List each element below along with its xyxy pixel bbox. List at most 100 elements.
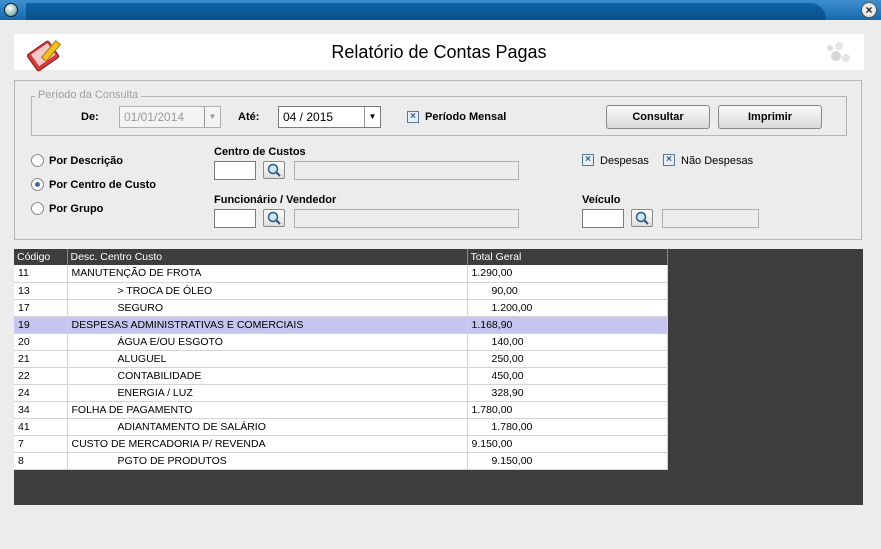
table-row[interactable]: 17 SEGURO 1.200,00 xyxy=(14,299,668,317)
despesas-label: Despesas xyxy=(600,155,649,167)
funcionario-desc-field xyxy=(294,209,519,228)
table-row[interactable]: 20 ÁGUA E/OU ESGOTO 140,00 xyxy=(14,333,668,351)
periodo-mensal-label: Período Mensal xyxy=(425,111,507,123)
veiculo-code-input[interactable] xyxy=(582,209,624,228)
centro-search-button[interactable] xyxy=(263,161,285,179)
centro-code-input[interactable] xyxy=(214,161,256,180)
table-row[interactable]: 8 PGTO DE PRODUTOS 9.150,00 xyxy=(14,452,668,470)
cell-codigo: 24 xyxy=(14,384,68,402)
chevron-down-icon[interactable]: ▼ xyxy=(364,107,380,127)
filter-panel: Período da Consulta De: 01/01/2014 ▼ Até… xyxy=(14,80,862,240)
cell-total: 1.200,00 xyxy=(467,299,668,317)
nao-despesas-label: Não Despesas xyxy=(681,155,754,167)
cell-codigo: 34 xyxy=(14,401,68,419)
nao-despesas-checkbox[interactable]: × xyxy=(663,154,675,166)
search-icon xyxy=(267,211,281,225)
cell-desc: CONTABILIDADE xyxy=(67,367,468,385)
cell-codigo: 7 xyxy=(14,435,68,453)
por-centro-radio[interactable] xyxy=(31,178,44,191)
por-descricao-label: Por Descrição xyxy=(49,155,123,167)
cell-total: 1.780,00 xyxy=(467,401,668,419)
cell-codigo: 41 xyxy=(14,418,68,436)
cell-desc: FOLHA DE PAGAMENTO xyxy=(67,401,468,419)
imprimir-button[interactable]: Imprimir xyxy=(718,105,822,129)
results-table: Código Desc. Centro Custo Total Geral 11… xyxy=(14,249,668,470)
ate-date-value: 04 / 2015 xyxy=(283,110,334,124)
funcionario-search-button[interactable] xyxy=(263,209,285,227)
ate-label: Até: xyxy=(238,111,260,123)
por-grupo-radio[interactable] xyxy=(31,202,44,215)
periodo-mensal-checkbox[interactable]: × xyxy=(407,111,419,123)
funcionario-label: Funcionário / Vendedor xyxy=(214,194,337,206)
cell-desc: SEGURO xyxy=(67,299,468,317)
table-row[interactable]: 22 CONTABILIDADE 450,00 xyxy=(14,367,668,385)
table-row[interactable]: 24 ENERGIA / LUZ 328,90 xyxy=(14,384,668,402)
period-legend: Período da Consulta xyxy=(35,89,142,101)
despesas-checkbox[interactable]: × xyxy=(582,154,594,166)
cell-codigo: 17 xyxy=(14,299,68,317)
search-icon xyxy=(635,211,649,225)
veiculo-search-button[interactable] xyxy=(631,209,653,227)
results-grid-area: Código Desc. Centro Custo Total Geral 11… xyxy=(14,249,863,505)
table-row[interactable]: 41 ADIANTAMENTO DE SALÁRIO 1.780,00 xyxy=(14,418,668,436)
table-row[interactable]: 13 > TROCA DE ÓLEO 90,00 xyxy=(14,282,668,300)
window-titlebar: × xyxy=(0,0,881,20)
table-row[interactable]: 7 CUSTO DE MERCADORIA P/ REVENDA 9.150,00 xyxy=(14,435,668,453)
table-row[interactable]: 19 DESPESAS ADMINISTRATIVAS E COMERCIAIS 1… xyxy=(14,316,668,334)
cell-desc: ALUGUEL xyxy=(67,350,468,368)
por-centro-label: Por Centro de Custo xyxy=(49,179,156,191)
cell-total: 450,00 xyxy=(467,367,668,385)
table-row[interactable]: 11 MANUTENÇÃO DE FROTA 1.290,00 xyxy=(14,265,668,283)
decorative-dots-icon xyxy=(827,42,850,62)
column-header-total[interactable]: Total Geral xyxy=(467,249,668,265)
funcionario-code-input[interactable] xyxy=(214,209,256,228)
cell-total: 140,00 xyxy=(467,333,668,351)
cell-codigo: 21 xyxy=(14,350,68,368)
table-row[interactable]: 21 ALUGUEL 250,00 xyxy=(14,350,668,368)
cell-codigo: 11 xyxy=(14,265,68,283)
cell-desc: > TROCA DE ÓLEO xyxy=(67,282,468,300)
cell-total: 9.150,00 xyxy=(467,452,668,470)
close-button[interactable]: × xyxy=(861,2,877,18)
veiculo-label: Veículo xyxy=(582,194,621,206)
cell-codigo: 8 xyxy=(14,452,68,470)
table-body: 11 MANUTENÇÃO DE FROTA 1.290,00 13 > TROCA D… xyxy=(14,265,668,470)
page-title: Relatório de Contas Pagas xyxy=(331,42,547,62)
cell-total: 90,00 xyxy=(467,282,668,300)
por-descricao-radio[interactable] xyxy=(31,154,44,167)
cell-desc: DESPESAS ADMINISTRATIVAS E COMERCIAIS xyxy=(67,316,468,334)
chevron-down-icon: ▼ xyxy=(204,107,220,127)
cell-total: 9.150,00 xyxy=(467,435,668,453)
table-header-row: Código Desc. Centro Custo Total Geral xyxy=(14,249,668,265)
report-header: Relatório de Contas Pagas xyxy=(14,34,864,72)
cell-desc: ADIANTAMENTO DE SALÁRIO xyxy=(67,418,468,436)
cell-total: 1.168,90 xyxy=(467,316,668,334)
cell-total: 1.290,00 xyxy=(467,265,668,283)
cell-desc: MANUTENÇÃO DE FROTA xyxy=(67,265,468,283)
de-label: De: xyxy=(81,111,99,123)
cell-codigo: 20 xyxy=(14,333,68,351)
centro-custos-label: Centro de Custos xyxy=(214,146,306,158)
column-header-desc[interactable]: Desc. Centro Custo xyxy=(67,249,468,265)
cell-desc: CUSTO DE MERCADORIA P/ REVENDA xyxy=(67,435,468,453)
cell-codigo: 22 xyxy=(14,367,68,385)
ate-date-select[interactable]: 04 / 2015 ▼ xyxy=(278,106,381,128)
table-row[interactable]: 34 FOLHA DE PAGAMENTO 1.780,00 xyxy=(14,401,668,419)
de-date-value: 01/01/2014 xyxy=(124,110,185,124)
cell-desc: PGTO DE PRODUTOS xyxy=(67,452,468,470)
cell-desc: ENERGIA / LUZ xyxy=(67,384,468,402)
titlebar-tab xyxy=(26,3,826,20)
cell-total: 250,00 xyxy=(467,350,668,368)
cell-desc: ÁGUA E/OU ESGOTO xyxy=(67,333,468,351)
cell-codigo: 13 xyxy=(14,282,68,300)
por-grupo-label: Por Grupo xyxy=(49,203,104,215)
centro-desc-field xyxy=(294,161,519,180)
system-menu-icon[interactable] xyxy=(4,3,18,17)
column-header-codigo[interactable]: Código xyxy=(14,249,68,265)
de-date-input: 01/01/2014 ▼ xyxy=(119,106,221,128)
search-icon xyxy=(267,163,281,177)
veiculo-desc-field xyxy=(662,209,759,228)
cell-total: 1.780,00 xyxy=(467,418,668,436)
cell-total: 328,90 xyxy=(467,384,668,402)
consultar-button[interactable]: Consultar xyxy=(606,105,710,129)
